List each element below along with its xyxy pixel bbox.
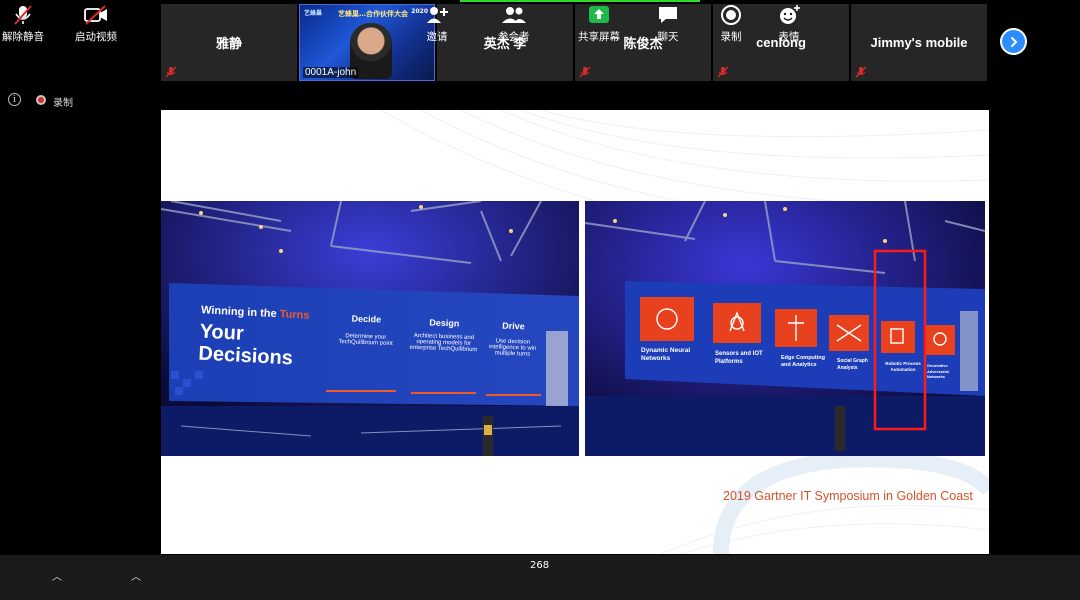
invite-button[interactable]: 邀请	[425, 4, 449, 44]
tile-label: Dynamic Neural Networks	[641, 347, 691, 362]
slide-column: Decide Determine your TechQuilibrium poi…	[338, 313, 393, 347]
conference-photo-right: Dynamic Neural Networks Sensors and IOT …	[585, 201, 985, 456]
share-screen-label: 共享屏幕	[578, 31, 620, 43]
tile-label: Social Graph Analysis	[837, 358, 868, 371]
participant-strip: 雅静 艺蜂巢 艺蜂巢…合作伙伴大会 2020 0001A-john 英杰 李 陈…	[161, 4, 989, 81]
slide-big-title: Your Decisions	[197, 320, 294, 370]
muted-mic-icon	[14, 5, 32, 25]
recording-indicator-icon	[36, 95, 46, 105]
share-screen-icon	[589, 6, 609, 23]
shared-screen: Winning in the Turns Your Decisions Deci…	[161, 110, 989, 554]
tile-label: Generative Adversarial Networks	[927, 363, 949, 379]
participants-button[interactable]: 参会者	[498, 4, 530, 44]
participants-icon	[501, 7, 526, 23]
audio-options-caret-icon[interactable]: ︿	[52, 568, 62, 583]
conference-photo-left: Winning in the Turns Your Decisions Deci…	[161, 201, 579, 456]
participant-name: Jimmy's mobile	[870, 35, 968, 50]
slide-column: Design Architect business and operating …	[409, 317, 478, 354]
participant-name: 0001A-john	[303, 67, 359, 78]
tile-label: Sensors and IOT Platforms	[715, 351, 763, 365]
video-logo: 艺蜂巢	[304, 10, 323, 17]
reactions-button[interactable]: 表情	[777, 4, 801, 44]
smiley-icon	[780, 5, 800, 24]
start-video-button[interactable]: 启动视频	[75, 4, 117, 44]
top-status-line	[0, 0, 1080, 3]
chat-label: 聊天	[657, 31, 679, 43]
muted-mic-icon	[165, 66, 177, 78]
recording-label: 录制	[53, 98, 73, 109]
video-options-caret-icon[interactable]: ︿	[131, 568, 141, 583]
record-button[interactable]: 录制	[719, 4, 743, 44]
record-label: 录制	[720, 31, 742, 43]
participants-count: 268	[530, 560, 550, 571]
invite-label: 邀请	[426, 31, 448, 43]
participant-name: 雅静	[215, 36, 242, 51]
record-icon	[721, 5, 741, 25]
chat-icon	[659, 7, 677, 23]
share-screen-button[interactable]: 共享屏幕	[578, 4, 620, 44]
participant-tile[interactable]: Jimmy's mobile	[851, 4, 987, 81]
chevron-right-icon	[1010, 36, 1017, 47]
next-page-button[interactable]	[1000, 28, 1027, 55]
tile-label: Edge Computing and Analytics	[781, 355, 825, 368]
muted-mic-icon	[579, 66, 591, 78]
muted-mic-icon	[717, 66, 729, 78]
video-banner-text: 艺蜂巢…合作伙伴大会	[338, 10, 408, 18]
chat-button[interactable]: 聊天	[656, 4, 680, 44]
start-video-label: 启动视频	[75, 31, 117, 43]
slide-caption: 2019 Gartner IT Symposium in Golden Coas…	[723, 489, 973, 503]
participants-label: 参会者	[498, 31, 530, 43]
participant-video-tile[interactable]: 艺蜂巢 艺蜂巢…合作伙伴大会 2020 0001A-john	[299, 4, 435, 81]
slide-column: Drive Use decision intelligence to win m…	[488, 320, 537, 358]
meeting-info-icon[interactable]: i	[8, 93, 21, 106]
unmute-label: 解除静音	[2, 31, 44, 43]
add-user-icon	[427, 7, 448, 23]
video-off-icon	[84, 5, 107, 25]
participant-tile[interactable]: 雅静	[161, 4, 297, 81]
unmute-button[interactable]: 解除静音	[2, 4, 44, 44]
reactions-label: 表情	[778, 31, 800, 43]
tile-label: Robotic Process Automation	[885, 361, 921, 372]
muted-mic-icon	[855, 66, 867, 78]
